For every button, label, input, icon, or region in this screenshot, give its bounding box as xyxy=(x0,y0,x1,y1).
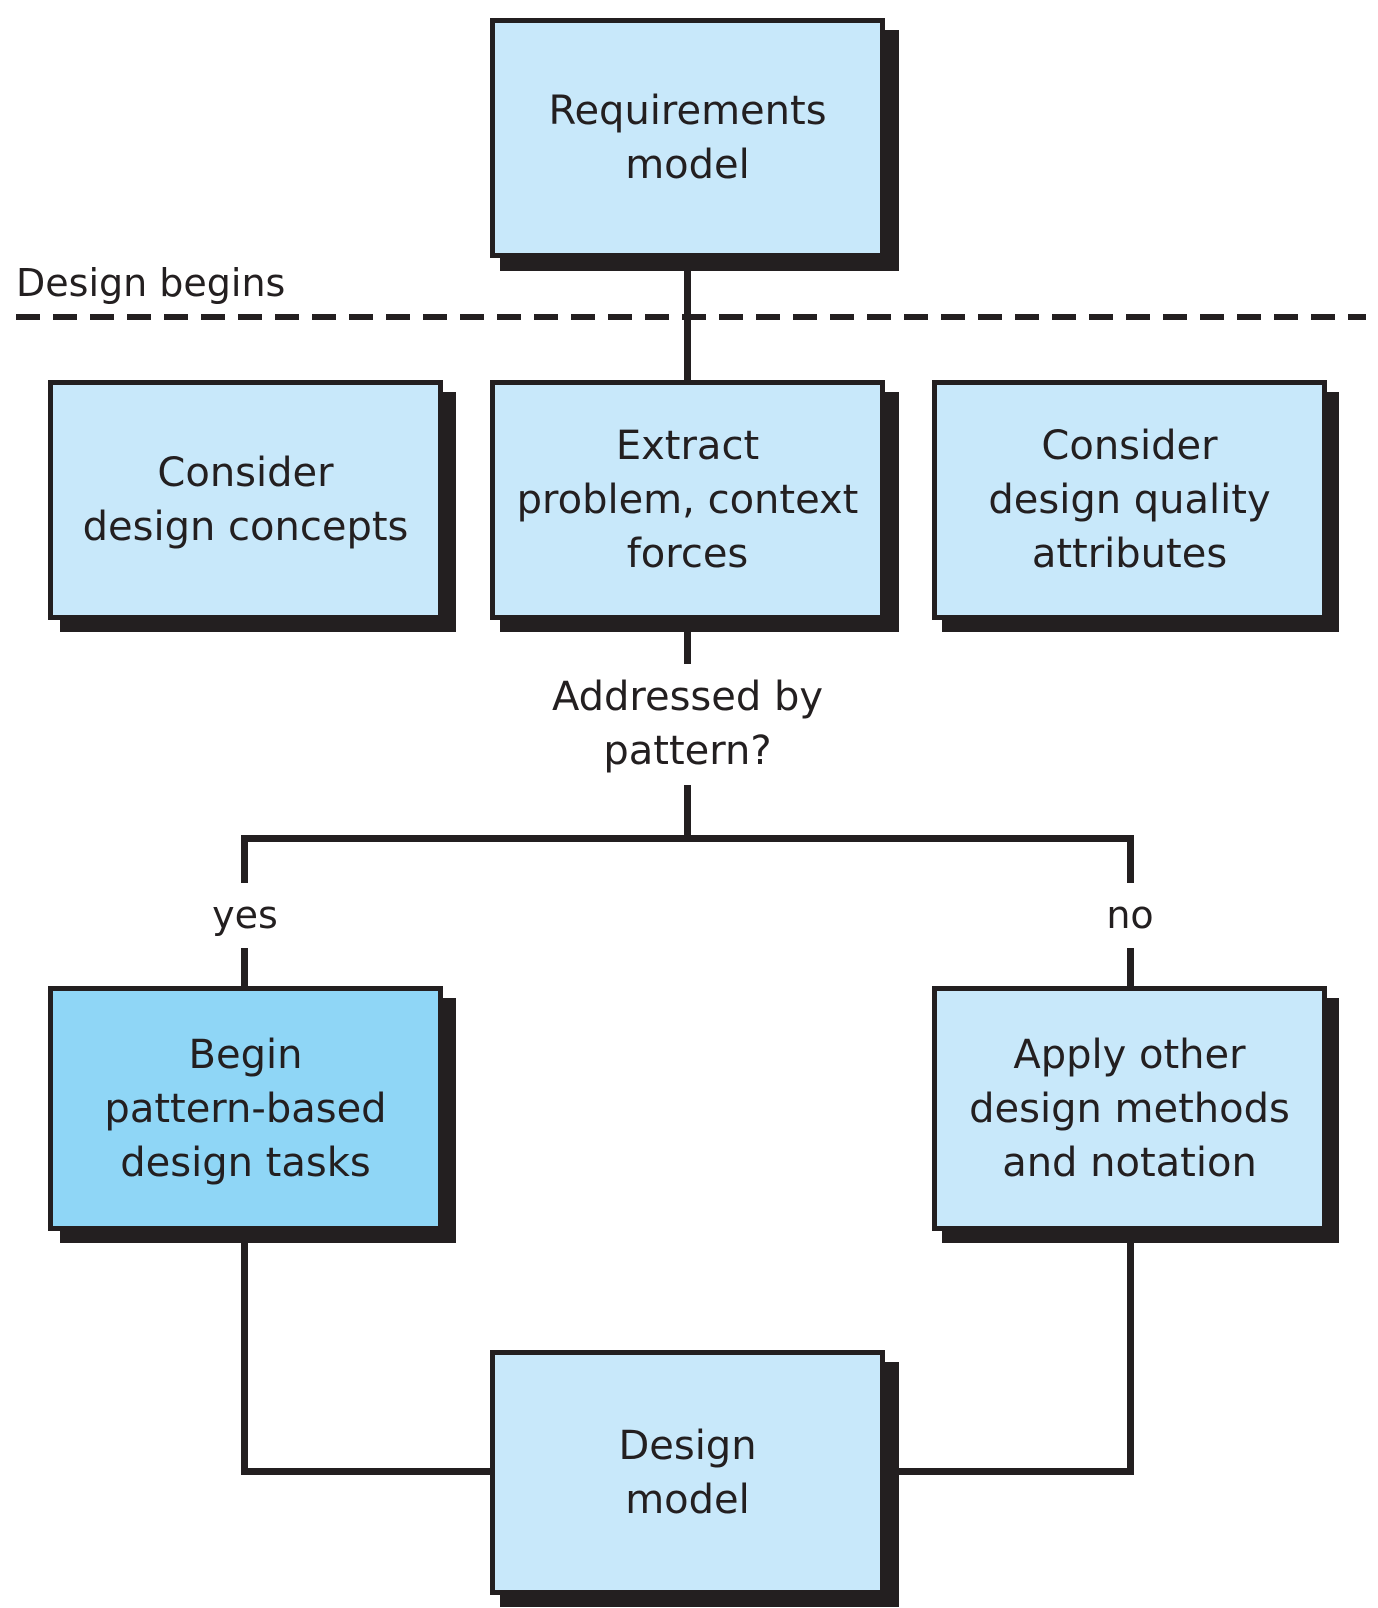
node-apply-other-methods[interactable]: Apply other design methods and notation xyxy=(932,986,1327,1231)
connector-no-to-design-h xyxy=(890,1468,1134,1475)
node-design-model[interactable]: Design model xyxy=(490,1350,885,1595)
connector-requirements-extract xyxy=(684,255,691,385)
node-consider-quality-attributes[interactable]: Consider design quality attributes xyxy=(932,380,1327,620)
node-consider-design-concepts[interactable]: Consider design concepts xyxy=(48,380,443,620)
node-begin-pattern-tasks[interactable]: Begin pattern-based design tasks xyxy=(48,986,443,1231)
node-requirements-model[interactable]: Requirements model xyxy=(490,18,885,258)
connector-yes-up xyxy=(241,835,248,883)
branch-label-no: no xyxy=(1106,893,1154,937)
connector-branch-horizontal xyxy=(241,835,1134,842)
connector-no-up xyxy=(1127,835,1134,883)
connector-no-to-design xyxy=(1127,1235,1134,1475)
connector-decision-branch xyxy=(684,785,691,840)
connector-yes-to-design xyxy=(241,1235,248,1475)
connector-yes-to-design-h xyxy=(241,1468,491,1475)
node-extract-problem[interactable]: Extract problem, context forces xyxy=(490,380,885,620)
design-begins-divider xyxy=(16,314,1366,320)
decision-addressed-by-pattern: Addressed by pattern? xyxy=(551,674,824,774)
design-begins-label: Design begins xyxy=(16,261,286,305)
branch-label-yes: yes xyxy=(212,893,278,937)
